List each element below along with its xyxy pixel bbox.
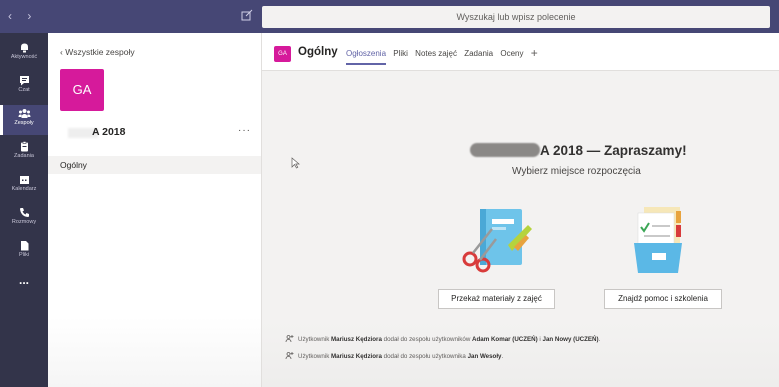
activity-text: Użytkownik bbox=[298, 336, 332, 343]
rail-label: Zadania bbox=[14, 153, 34, 159]
app-rail: Aktywność Czat Zespoły Zadania Kalendarz… bbox=[0, 33, 48, 387]
rail-more-button[interactable]: ... bbox=[0, 273, 48, 303]
activity-item: Użytkownik Mariusz Kędziora dodał do zes… bbox=[285, 352, 504, 360]
teams-icon bbox=[18, 109, 30, 118]
back-to-all-teams-link[interactable]: ‹ Wszystkie zespoły bbox=[60, 47, 135, 57]
panel-footer bbox=[48, 317, 261, 387]
welcome-subtitle: Wybierz miejsce rozpoczęcia bbox=[512, 166, 641, 177]
rail-label: Zespoły bbox=[14, 120, 34, 126]
rail-item-calls[interactable]: Rozmowy bbox=[0, 204, 48, 234]
class-materials-illustration bbox=[462, 209, 532, 273]
rail-label: Aktywność bbox=[10, 54, 38, 60]
rail-label: Pliki bbox=[18, 252, 30, 258]
activity-text: . bbox=[501, 353, 504, 360]
title-bar: ‹ › Wyszukaj lub wpisz polecenie bbox=[0, 0, 779, 33]
add-member-icon bbox=[285, 352, 294, 360]
activity-target: Jan Nowy (UCZEŃ) bbox=[542, 336, 599, 343]
team-avatar: GA bbox=[60, 69, 104, 111]
history-nav[interactable]: ‹ › bbox=[8, 9, 37, 23]
calendar-icon bbox=[19, 176, 29, 184]
tab-files[interactable]: Pliki bbox=[393, 49, 408, 58]
channel-tabs: Ogłoszenia Pliki Notes zajęć Zadania Oce… bbox=[346, 46, 543, 65]
upload-class-materials-button[interactable]: Przekaż materiały z zajęć bbox=[438, 289, 555, 309]
rail-label: Kalendarz bbox=[11, 186, 37, 192]
activity-text: dodał do zespołu użytkownika bbox=[381, 353, 468, 360]
rail-label: Rozmowy bbox=[11, 219, 37, 225]
rail-item-chat[interactable]: Czat bbox=[0, 72, 48, 102]
tab-class-notebook[interactable]: Notes zajęć bbox=[415, 49, 457, 58]
activity-feed: Użytkownik Mariusz Kędziora dodał do zes… bbox=[262, 321, 779, 387]
redacted-team-prefix bbox=[470, 143, 540, 157]
activity-text: dodał do zespołu użytkowników bbox=[381, 336, 473, 343]
tab-assignments[interactable]: Zadania bbox=[464, 49, 493, 58]
search-input[interactable]: Wyszukaj lub wpisz polecenie bbox=[262, 6, 770, 28]
activity-text: Użytkownik bbox=[298, 353, 332, 360]
add-tab-button[interactable]: + bbox=[531, 46, 538, 60]
compose-icon[interactable] bbox=[241, 9, 255, 23]
activity-item: Użytkownik Mariusz Kędziora dodał do zes… bbox=[285, 335, 601, 343]
channel-header: GA Ogólny Ogłoszenia Pliki Notes zajęć Z… bbox=[262, 33, 779, 71]
tab-announcements[interactable]: Ogłoszenia bbox=[346, 49, 387, 65]
channel-team-avatar: GA bbox=[274, 46, 291, 62]
channel-item-general[interactable]: Ogólny bbox=[48, 156, 261, 174]
activity-target: Jan Wesoły bbox=[467, 353, 502, 360]
activity-target: Adam Komar (UCZEŃ) bbox=[472, 336, 538, 343]
activity-actor: Mariusz Kędziora bbox=[331, 353, 382, 360]
rail-item-teams[interactable]: Zespoły bbox=[0, 105, 48, 135]
main-content: GA Ogólny Ogłoszenia Pliki Notes zajęć Z… bbox=[262, 33, 779, 387]
more-icon: ... bbox=[18, 273, 29, 287]
rail-item-calendar[interactable]: Kalendarz bbox=[0, 171, 48, 201]
channel-title: Ogólny bbox=[298, 46, 338, 58]
help-training-illustration bbox=[634, 207, 682, 273]
rail-item-activity[interactable]: Aktywność bbox=[0, 39, 48, 69]
chat-icon bbox=[19, 76, 29, 86]
add-member-icon bbox=[285, 335, 294, 343]
files-icon bbox=[20, 241, 28, 251]
welcome-title: A 2018 — Zapraszamy! bbox=[540, 143, 687, 158]
welcome-heading: A 2018 — Zapraszamy! bbox=[470, 143, 687, 158]
mouse-cursor-icon bbox=[291, 157, 300, 169]
team-panel: ‹ Wszystkie zespoły GA A 2018 ··· Ogólny bbox=[48, 33, 262, 387]
tab-grades[interactable]: Oceny bbox=[500, 49, 523, 58]
activity-text: . bbox=[598, 336, 601, 343]
team-more-options-button[interactable]: ··· bbox=[238, 125, 251, 136]
assignments-icon bbox=[20, 141, 28, 152]
find-help-training-button[interactable]: Znajdź pomoc i szkolenia bbox=[604, 289, 722, 309]
activity-actor: Mariusz Kędziora bbox=[331, 336, 382, 343]
rail-label: Czat bbox=[18, 87, 30, 93]
rail-item-files[interactable]: Pliki bbox=[0, 237, 48, 267]
team-name: A 2018 bbox=[92, 126, 126, 138]
rail-item-assignments[interactable]: Zadania bbox=[0, 138, 48, 168]
phone-icon bbox=[19, 208, 29, 217]
bell-icon bbox=[20, 43, 28, 53]
